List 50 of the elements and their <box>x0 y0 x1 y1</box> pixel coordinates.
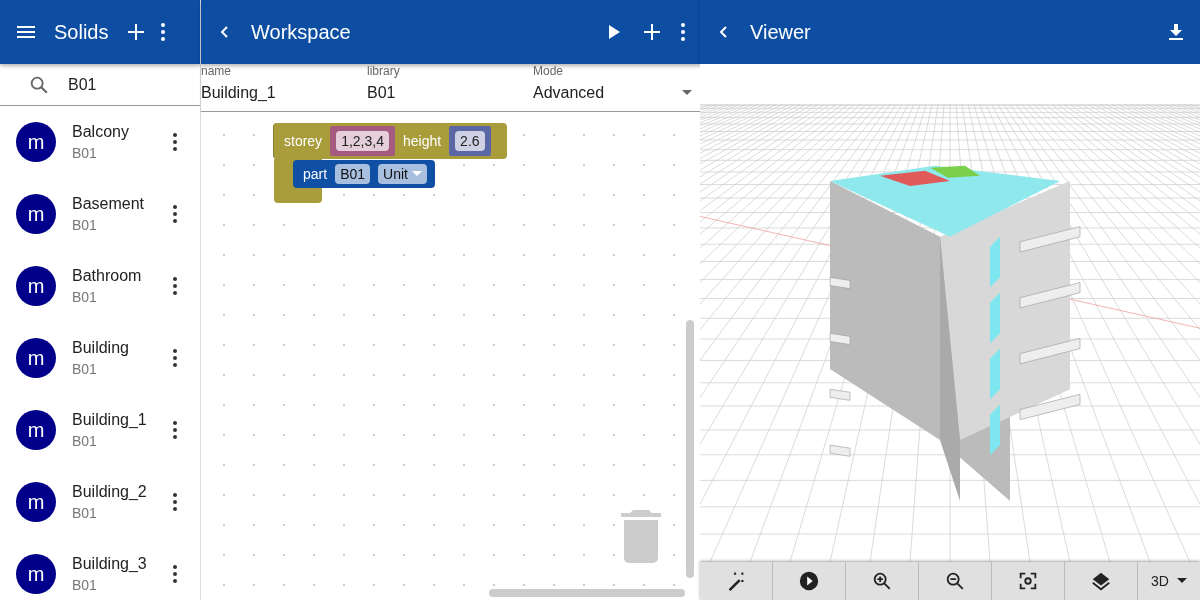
block-label: part <box>303 166 328 182</box>
block-label: height <box>402 133 442 149</box>
item-name[interactable]: Bathroom <box>72 267 142 285</box>
item-name[interactable]: Building_2 <box>72 483 147 501</box>
zoom-out-icon[interactable] <box>919 562 992 600</box>
panel-title: Solids <box>53 20 110 44</box>
block-label: storey <box>284 133 323 149</box>
focus-icon[interactable] <box>992 562 1065 600</box>
field-label: Mode <box>533 64 565 78</box>
text-field[interactable]: B01 <box>335 164 371 184</box>
value-block[interactable]: 2.6 <box>449 126 491 156</box>
panel-title: Workspace <box>250 20 352 44</box>
avatar: m <box>16 554 56 594</box>
scrollbar[interactable] <box>686 320 694 578</box>
view-mode-dropdown[interactable]: 3D <box>1138 562 1200 600</box>
item-library: B01 <box>72 145 97 161</box>
item-library: B01 <box>72 361 97 377</box>
item-name[interactable]: Building_1 <box>72 411 147 429</box>
item-library: B01 <box>72 433 97 449</box>
avatar: m <box>16 482 56 522</box>
avatar: m <box>16 122 56 162</box>
avatar: m <box>16 338 56 378</box>
type-dropdown[interactable]: Unit <box>378 164 427 184</box>
zoom-in-icon[interactable] <box>846 562 919 600</box>
layers-icon[interactable] <box>1065 562 1138 600</box>
part-block[interactable]: part B01 Unit <box>293 160 435 188</box>
scrollbar[interactable] <box>489 589 685 597</box>
item-name[interactable]: Building_3 <box>72 555 147 573</box>
play-icon[interactable] <box>773 562 846 600</box>
item-library: B01 <box>72 217 97 233</box>
mode-dropdown[interactable]: Advanced <box>533 78 700 108</box>
avatar: m <box>16 194 56 234</box>
item-name[interactable]: Building <box>72 339 129 357</box>
text-field[interactable]: B01 <box>367 78 517 108</box>
search-field[interactable]: B01 <box>66 74 180 95</box>
item-library: B01 <box>72 289 97 305</box>
caret-icon <box>682 90 692 96</box>
text-field[interactable]: Building_1 <box>201 78 351 108</box>
avatar: m <box>16 410 56 450</box>
field-label: library <box>367 64 401 78</box>
panel-title: Viewer <box>749 20 812 44</box>
caret-icon <box>1176 578 1187 584</box>
avatar: m <box>16 266 56 306</box>
item-name[interactable]: Basement <box>72 195 145 213</box>
field-label: name <box>201 64 233 78</box>
item-library: B01 <box>72 505 97 521</box>
caret-icon <box>411 171 422 177</box>
item-name[interactable]: Balcony <box>72 123 129 141</box>
item-library: B01 <box>72 577 97 593</box>
value-block[interactable]: 1,2,3,4 <box>330 126 395 156</box>
